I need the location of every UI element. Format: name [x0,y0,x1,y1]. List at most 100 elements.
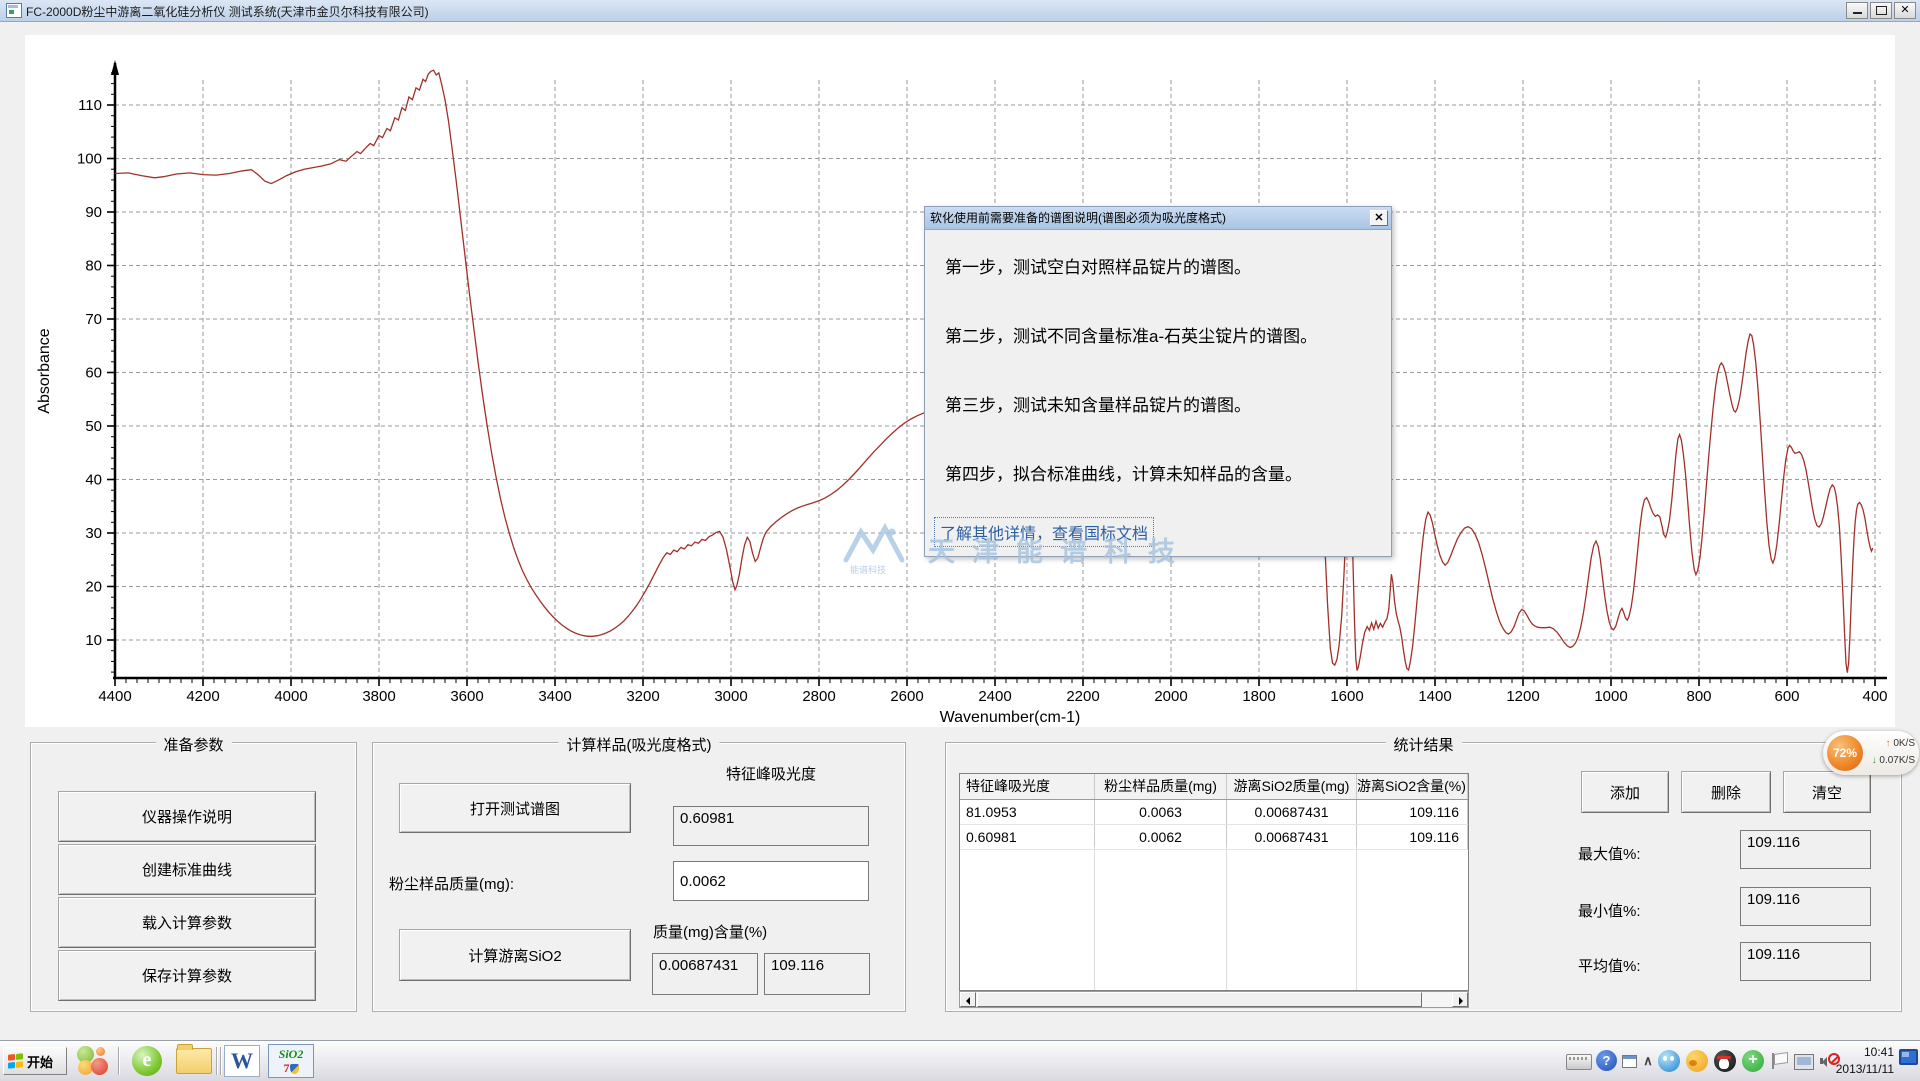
scroll-right-button[interactable] [1452,992,1468,1007]
table-header-cell: 游离SiO2质量(mg) [1227,774,1357,799]
calc-free-sio2-button[interactable]: 计算游离SiO2 [399,929,631,981]
network-icon[interactable] [1794,1050,1816,1072]
close-button[interactable]: ✕ [1894,2,1916,19]
table-header-cell: 游离SiO2含量(%) [1357,774,1468,799]
max-label: 最大值%: [1578,843,1641,864]
maximize-button[interactable] [1870,2,1892,19]
memory-usage-ball[interactable]: 72% [1827,735,1863,771]
svg-text:10: 10 [85,632,102,649]
svg-text:1200: 1200 [1506,688,1539,705]
svg-text:Absorbance: Absorbance [36,328,53,413]
clear-button[interactable]: 清空 [1783,771,1871,813]
help-icon[interactable]: ? [1596,1050,1618,1072]
svg-text:4000: 4000 [274,688,307,705]
free-sio2-percent-field: 109.116 [764,953,870,995]
svg-text:3000: 3000 [714,688,747,705]
stats-table[interactable]: 特征峰吸光度粉尘样品质量(mg)游离SiO2质量(mg)游离SiO2含量(%)8… [959,773,1469,991]
chevron-icon[interactable]: ∧ [1641,1050,1655,1072]
app-icon [6,3,22,18]
e-browser-icon[interactable]: e [132,1046,162,1076]
svg-text:110: 110 [78,97,102,114]
sio2-app-icon[interactable]: SiO2 7 [268,1044,314,1078]
start-label: 开始 [27,1052,53,1071]
show-desktop-icon[interactable] [1899,1049,1918,1065]
svg-text:2600: 2600 [890,688,923,705]
dialog-step-3: 第三步，测试未知含量样品锭片的谱图。 [945,391,1251,416]
save-calc-params-button[interactable]: 保存计算参数 [58,950,316,1001]
svg-text:2000: 2000 [1154,688,1187,705]
window-title: FC-2000D粉尘中游离二氧化硅分析仪 测试系统(天津市金贝尔科技有限公司) [26,3,429,20]
flag-icon[interactable] [1772,1050,1794,1072]
table-row[interactable]: 81.09530.00630.00687431109.116 [960,800,1468,825]
national-standard-link[interactable]: 了解其他详情，查看国标文档 [934,517,1154,547]
qq-pet-icon[interactable] [1658,1050,1680,1072]
create-standard-curve-button[interactable]: 创建标准曲线 [58,844,316,895]
svg-text:600: 600 [1774,688,1799,705]
svg-text:2200: 2200 [1066,688,1099,705]
qq-icon[interactable] [1714,1050,1736,1072]
colorful-suite-icon[interactable] [76,1045,108,1077]
peak-absorbance-label: 特征峰吸光度 [673,763,869,784]
keyboard-icon[interactable] [1566,1050,1588,1072]
folder-icon[interactable] [176,1048,212,1074]
scroll-left-button[interactable] [960,992,976,1007]
svg-text:4400: 4400 [98,688,131,705]
load-calc-params-button[interactable]: 载入计算参数 [58,897,316,948]
dust-mass-input[interactable] [673,861,869,901]
dialog-close-button[interactable]: ✕ [1370,210,1388,226]
taskbar-separator [118,1047,119,1075]
scroll-thumb[interactable] [977,992,1422,1007]
delete-button[interactable]: 删除 [1681,771,1771,813]
svg-text:3600: 3600 [450,688,483,705]
table-cell: 0.0063 [1095,800,1227,824]
stats-results-group: 统计结果 特征峰吸光度粉尘样品质量(mg)游离SiO2质量(mg)游离SiO2含… [945,742,1902,1012]
svg-text:400: 400 [1862,688,1887,705]
svg-text:100: 100 [77,151,102,168]
svg-text:4200: 4200 [186,688,219,705]
svg-text:60: 60 [85,365,102,382]
table-cell: 109.116 [1357,800,1468,824]
svg-text:1000: 1000 [1594,688,1627,705]
table-cell: 0.00687431 [1227,800,1357,824]
taskbar: 开始 e W SiO2 7 ? ∧ + 10:41 2013/11/11 [0,1040,1920,1081]
table-cell: 81.0953 [960,800,1095,824]
stats-results-title: 统计结果 [1385,734,1461,755]
table-row[interactable]: 0.609810.00620.00687431109.116 [960,825,1468,850]
minimize-button[interactable] [1846,2,1868,19]
svg-text:Wavenumber(cm-1): Wavenumber(cm-1) [940,709,1081,726]
add-button[interactable]: 添加 [1581,771,1669,813]
avg-value-field: 109.116 [1740,942,1871,981]
svg-text:70: 70 [85,311,102,328]
restore-window-icon[interactable] [1622,1050,1638,1072]
calc-sample-group: 计算样品(吸光度格式) 打开测试谱图 特征峰吸光度 0.60981 粉尘样品质量… [372,742,906,1012]
dust-mass-label: 粉尘样品质量(mg): [389,873,514,894]
clock-time: 10:41 [1836,1044,1894,1061]
start-button[interactable]: 开始 [3,1047,67,1075]
open-test-spectrum-button[interactable]: 打开测试谱图 [399,783,631,833]
mass-content-label: 质量(mg)含量(%) [653,921,767,942]
svg-text:1800: 1800 [1242,688,1275,705]
avg-label: 平均值%: [1578,955,1641,976]
chick-icon[interactable] [1686,1050,1708,1072]
table-header-cell: 特征峰吸光度 [960,774,1095,799]
svg-text:1400: 1400 [1418,688,1451,705]
table-cell: 0.60981 [960,825,1095,849]
upload-arrow-icon: ↑ [1886,738,1891,749]
calc-sample-title: 计算样品(吸光度格式) [559,734,720,755]
clock-date: 2013/11/11 [1836,1061,1894,1078]
min-value-field: 109.116 [1740,887,1871,926]
svg-text:40: 40 [85,472,102,489]
prepare-params-group: 准备参数 仪器操作说明 创建标准曲线 载入计算参数 保存计算参数 [30,742,357,1012]
word-icon[interactable]: W [224,1045,260,1077]
dialog-step-1: 第一步，测试空白对照样品锭片的谱图。 [945,253,1251,278]
green-plus-icon[interactable]: + [1742,1050,1764,1072]
download-rate: 0.07K/S [1879,755,1915,766]
svg-text:90: 90 [85,204,102,221]
instruction-dialog: 软化使用前需要准备的谱图说明(谱图必须为吸光度格式) ✕ 第一步，测试空白对照样… [924,206,1392,557]
dialog-title-bar: 软化使用前需要准备的谱图说明(谱图必须为吸光度格式) [925,207,1391,230]
uac-shield-icon [290,1064,299,1074]
table-hscrollbar[interactable] [959,991,1469,1008]
tray-clock[interactable]: 10:41 2013/11/11 [1836,1044,1894,1078]
instrument-manual-button[interactable]: 仪器操作说明 [58,791,316,842]
network-speed-badge[interactable]: 72% ↑ 0K/S ↓ 0.07K/S [1823,731,1919,775]
